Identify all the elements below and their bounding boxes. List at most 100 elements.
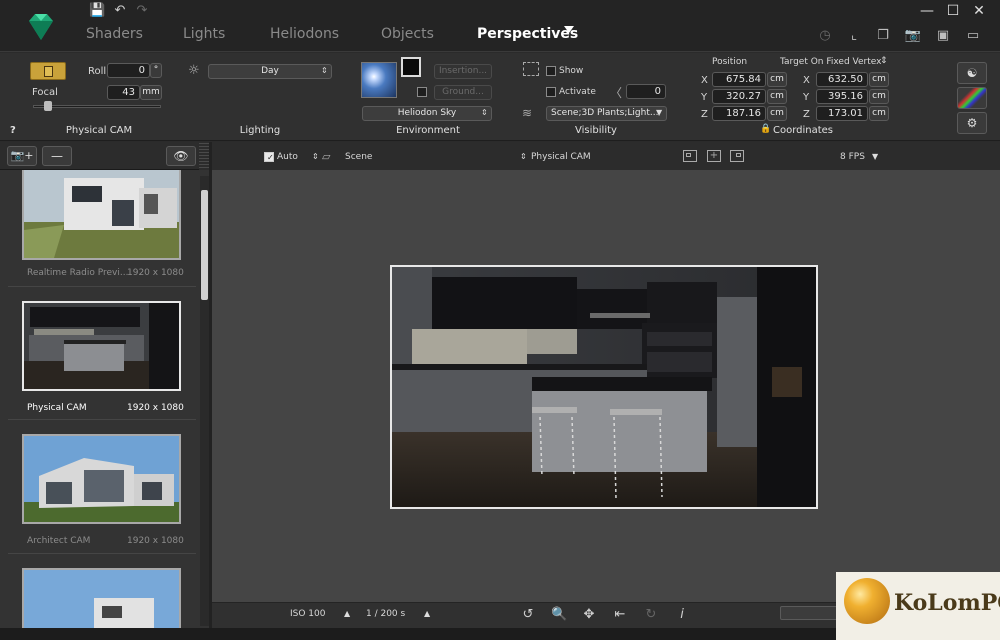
walk-icon[interactable]: ⇤ xyxy=(612,607,628,623)
visibility-dropdown-arrow-icon: ▼ xyxy=(656,108,663,117)
shutter-speed-value[interactable]: 1 / 200 s xyxy=(366,609,405,619)
fps-dropdown[interactable]: 8 FPS xyxy=(840,152,865,162)
scene-mode-arrow-icon[interactable]: ⇕ xyxy=(312,152,319,161)
divider xyxy=(8,286,196,287)
add-camera-icon[interactable]: 📷+ xyxy=(7,146,37,166)
focal-input[interactable]: 43 xyxy=(107,85,140,100)
camera-lens-button[interactable] xyxy=(30,62,66,80)
lighting-preset-dropdown[interactable]: Day xyxy=(208,64,332,79)
layout-single-icon[interactable] xyxy=(683,150,697,162)
auto-checkbox[interactable]: ✓ xyxy=(264,152,274,162)
camera-select-arrow-icon[interactable]: ⇕ xyxy=(520,152,527,161)
crop-icon[interactable]: ▣ xyxy=(934,28,952,44)
focal-slider-track[interactable] xyxy=(33,105,161,108)
reset-view-icon[interactable]: ↺ xyxy=(520,607,536,623)
iso-increase-icon[interactable]: ▲ xyxy=(344,609,350,618)
target-x-unit[interactable]: cm xyxy=(869,72,889,87)
yin-yang-button[interactable]: ☯ xyxy=(957,62,987,84)
scrollbar-grip[interactable] xyxy=(199,142,209,170)
sun-icon: ☼ xyxy=(188,63,200,78)
roll-unit[interactable]: ° xyxy=(150,63,162,78)
bottom-slider[interactable] xyxy=(780,606,840,620)
camera-thumbnail[interactable] xyxy=(22,568,181,628)
insertion-button[interactable]: Insertion... xyxy=(434,64,492,79)
camera-thumbnail[interactable] xyxy=(22,434,181,524)
tab-menu-arrow-icon[interactable] xyxy=(564,26,574,33)
sky-preview-thumbnail[interactable] xyxy=(361,62,397,98)
scene-mode-label[interactable]: Scene xyxy=(345,152,372,162)
orbit-icon[interactable]: ↻ xyxy=(643,607,659,623)
undo-icon[interactable]: ↶ xyxy=(112,3,128,19)
target-x-label: X xyxy=(803,75,810,86)
show-label: Show xyxy=(559,66,584,76)
kitchen-render-image xyxy=(24,303,179,389)
target-z-label: Z xyxy=(803,109,810,120)
tab-shaders[interactable]: Shaders xyxy=(86,24,143,44)
target-y-input[interactable]: 395.16 xyxy=(816,89,868,104)
target-z-input[interactable]: 173.01 xyxy=(816,106,868,121)
ground-checkbox[interactable] xyxy=(417,87,427,97)
active-camera-label[interactable]: Physical CAM xyxy=(531,152,591,162)
scrollbar-thumb[interactable] xyxy=(201,190,208,300)
camera-name: Physical CAM xyxy=(27,403,87,413)
crop-axis-icon[interactable]: ⌞ xyxy=(845,28,863,44)
fps-dropdown-arrow-icon[interactable]: ▼ xyxy=(872,152,878,161)
pan-icon[interactable]: ✥ xyxy=(581,607,597,623)
info-icon[interactable]: i xyxy=(674,607,690,623)
settings-gear-icon[interactable]: ⚙ xyxy=(957,112,987,134)
frame-visibility-icon xyxy=(523,62,539,76)
duplicate-view-icon[interactable]: ❐ xyxy=(874,28,892,44)
environment-color-swatch[interactable] xyxy=(401,57,421,77)
activate-checkbox[interactable] xyxy=(546,87,556,97)
help-icon[interactable]: ? xyxy=(10,125,16,136)
layout-quad-icon[interactable]: + xyxy=(707,150,721,162)
layout-split-icon[interactable] xyxy=(730,150,744,162)
target-label: Target On Fixed Vertex xyxy=(780,57,882,67)
remove-camera-button[interactable]: — xyxy=(42,146,72,166)
house-render-image xyxy=(24,436,179,522)
sky-dropdown[interactable]: Heliodon Sky xyxy=(362,106,492,121)
clock-icon[interactable]: ◷ xyxy=(816,28,834,44)
target-y-unit[interactable]: cm xyxy=(869,89,889,104)
position-z-unit[interactable]: cm xyxy=(767,106,787,121)
tab-heliodons[interactable]: Heliodons xyxy=(270,24,339,44)
tab-lights[interactable]: Lights xyxy=(183,24,225,44)
lighting-section-label: Lighting xyxy=(239,125,281,136)
save-icon[interactable]: 💾 xyxy=(89,3,105,19)
position-y-unit[interactable]: cm xyxy=(767,89,787,104)
position-z-input[interactable]: 187.16 xyxy=(712,106,766,121)
minimize-icon[interactable]: — xyxy=(914,2,940,20)
kitchen-render-frame[interactable] xyxy=(390,265,818,509)
fullscreen-icon[interactable]: ▭ xyxy=(964,28,982,44)
lighting-dropdown-arrow-icon: ⇕ xyxy=(321,66,328,75)
position-x-unit[interactable]: cm xyxy=(767,72,787,87)
camera-thumbnail-selected[interactable] xyxy=(22,301,181,391)
target-x-input[interactable]: 632.50 xyxy=(816,72,868,87)
ground-button[interactable]: Ground... xyxy=(434,85,492,100)
position-x-input[interactable]: 675.84 xyxy=(712,72,766,87)
roll-input[interactable]: 0 xyxy=(107,63,150,78)
scene-mode-icon: ▱ xyxy=(322,150,331,163)
tab-objects[interactable]: Objects xyxy=(381,24,434,44)
zoom-icon[interactable]: 🔍 xyxy=(551,607,567,623)
focal-slider-handle[interactable] xyxy=(44,101,52,111)
house-render-image xyxy=(24,570,179,628)
position-y-input[interactable]: 320.27 xyxy=(712,89,766,104)
maximize-icon[interactable]: ☐ xyxy=(940,2,966,20)
camera-name: Architect CAM xyxy=(27,536,91,546)
eye-visibility-icon[interactable]: 👁 xyxy=(166,146,196,166)
visibility-scene-dropdown[interactable]: Scene;3D Plants;Light... xyxy=(546,106,667,121)
camera-icon[interactable]: 📷 xyxy=(904,28,922,44)
focal-unit[interactable]: mm xyxy=(140,85,162,100)
color-balance-button[interactable] xyxy=(957,87,987,109)
iso-value[interactable]: ISO 100 xyxy=(290,609,326,619)
target-mode-arrow-icon[interactable]: ⇕ xyxy=(880,56,888,66)
target-z-unit[interactable]: cm xyxy=(869,106,889,121)
redo-icon[interactable]: ↷ xyxy=(134,3,150,19)
lock-icon[interactable]: 🔒 xyxy=(760,124,771,134)
activate-value-input[interactable]: 0 xyxy=(626,84,666,99)
shutter-increase-icon[interactable]: ▲ xyxy=(424,609,430,618)
camera-thumbnail[interactable] xyxy=(22,170,181,260)
show-checkbox[interactable] xyxy=(546,66,556,76)
close-icon[interactable]: ✕ xyxy=(966,2,992,20)
